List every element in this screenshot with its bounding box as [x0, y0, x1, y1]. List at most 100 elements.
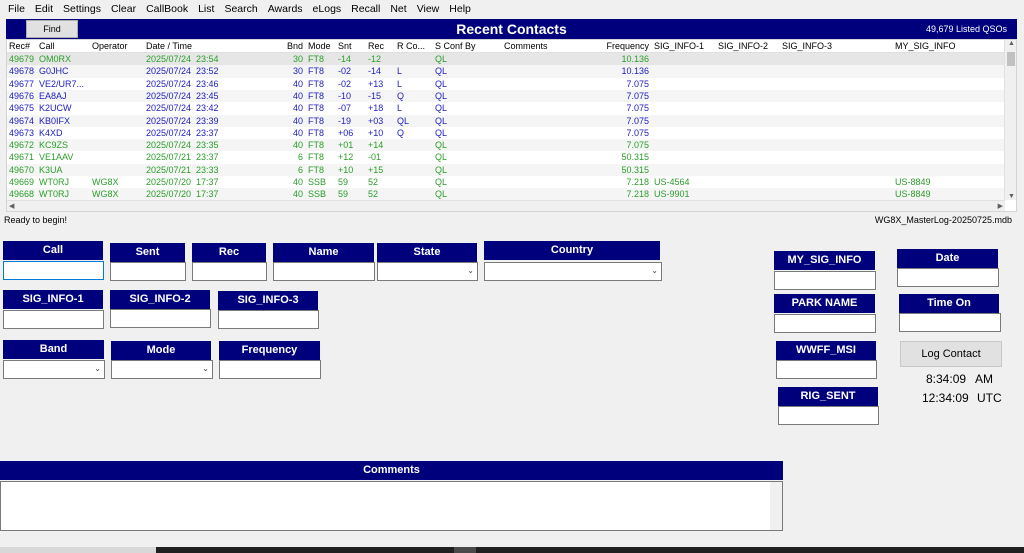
table-row[interactable]: 49677 VE2/UR7... 2025/07/24 23:46 40 FT8 -02 +1…	[7, 78, 1005, 90]
name-input[interactable]	[273, 262, 375, 281]
taskbar-app[interactable]	[454, 547, 476, 553]
taskbar-search[interactable]	[0, 547, 156, 553]
table-row[interactable]: 49679 OM0RX 2025/07/24 23:54 30 FT8 -14 -12 QL 10…	[7, 53, 1005, 66]
cell-time: 23:42	[196, 103, 219, 114]
vertical-scrollbar[interactable]: ▲ ▼	[1004, 40, 1016, 200]
menu-item[interactable]: Help	[444, 0, 476, 19]
time-on-input[interactable]	[899, 313, 1001, 332]
my-sig-info-input[interactable]	[774, 271, 876, 290]
app-window: File Edit Settings Clear CallBook List Search A…	[0, 0, 1024, 553]
menu-item[interactable]: Recall	[346, 0, 385, 19]
column-header[interactable]: Bnd	[265, 40, 303, 53]
state-select[interactable]: ⌄	[377, 262, 478, 281]
rig-sent-input[interactable]	[778, 406, 879, 425]
horizontal-scrollbar[interactable]: ◀ ▶	[7, 200, 1005, 211]
sig-info-3-input[interactable]	[218, 310, 319, 329]
menu-item[interactable]: eLogs	[308, 0, 347, 19]
menu-item[interactable]: Search	[219, 0, 262, 19]
band-label: Band	[3, 340, 104, 359]
menu-item[interactable]: File	[3, 0, 30, 19]
scroll-right-icon[interactable]: ▶	[998, 202, 1003, 210]
cell-bnd: 30	[292, 54, 303, 64]
call-label: Call	[3, 241, 103, 260]
column-header[interactable]: Date / Time	[146, 40, 264, 53]
menu-item[interactable]: Awards	[263, 0, 308, 19]
date-input[interactable]	[897, 268, 999, 287]
column-header[interactable]: SIG_INFO-1	[654, 40, 716, 53]
cell-time: 23:54	[196, 54, 219, 64]
table-row[interactable]: 49671 VE1AAV 2025/07/21 23:37 6 FT8 +12 -01 QL 50…	[7, 151, 1005, 163]
menu-item[interactable]: CallBook	[141, 0, 193, 19]
cell-freq: 7.075	[626, 90, 649, 101]
table-row[interactable]: 49678 G0JHC 2025/07/24 23:52 30 FT8 -02 -14 L QL 1…	[7, 65, 1005, 78]
cell-mode: SSB	[308, 189, 327, 200]
rec-input[interactable]	[192, 262, 267, 281]
country-select[interactable]: ⌄	[484, 262, 662, 281]
column-header[interactable]: Mode	[308, 40, 338, 53]
cell-sconf: QL	[435, 103, 448, 114]
column-header[interactable]: MY_SIG_INFO	[895, 40, 995, 53]
column-header[interactable]: Comments	[504, 40, 576, 53]
find-button[interactable]: Find	[26, 20, 78, 38]
table-row[interactable]: 49669 WT0RJ WG8X 2025/07/20 17:37 40 SSB 59 52 QL…	[7, 176, 1005, 188]
cell-rec: 49668	[9, 189, 35, 200]
comments-textarea[interactable]	[0, 481, 783, 531]
column-header[interactable]: Snt	[338, 40, 368, 53]
cell-time: 23:37	[196, 127, 219, 138]
cell-time: 23:35	[196, 140, 219, 151]
cell-mode: FT8	[308, 78, 325, 89]
column-header[interactable]: Rec#	[9, 40, 39, 53]
sig-info-1-input[interactable]	[3, 310, 104, 329]
menu-item[interactable]: Settings	[58, 0, 106, 19]
scroll-left-icon[interactable]: ◀	[9, 202, 14, 210]
sig-info-2-input[interactable]	[110, 309, 211, 328]
chevron-down-icon: ⌄	[202, 364, 209, 373]
column-header[interactable]: Operator	[92, 40, 144, 53]
menu-item[interactable]: Edit	[30, 0, 58, 19]
park-name-input[interactable]	[774, 314, 876, 333]
cell-rco: Q	[397, 127, 405, 138]
mode-select[interactable]: ⌄	[111, 360, 213, 379]
table-row[interactable]: 49674 KB0IFX 2025/07/24 23:39 40 FT8 -19 +03 QL Q…	[7, 114, 1005, 127]
column-header[interactable]: SIG_INFO-2	[718, 40, 780, 53]
call-input[interactable]	[3, 261, 104, 280]
menu-item[interactable]: Net	[385, 0, 411, 19]
column-header[interactable]: S Conf By	[435, 40, 501, 53]
menu-item[interactable]: List	[193, 0, 219, 19]
menu-item[interactable]: View	[412, 0, 445, 19]
cell-rec: 49669	[9, 177, 35, 187]
cell-sconf: QL	[435, 115, 448, 126]
table-row[interactable]: 49672 KC9ZS 2025/07/24 23:35 40 FT8 +01 +14 QL 7.…	[7, 139, 1005, 152]
cell-rcv: -14	[368, 66, 382, 77]
scroll-up-icon[interactable]: ▲	[1008, 40, 1015, 47]
comments-scrollbar[interactable]	[770, 482, 782, 530]
column-header[interactable]: Frequency	[579, 40, 649, 53]
table-row[interactable]: 49676 EA8AJ 2025/07/24 23:45 40 FT8 -10 -15 Q QL 7…	[7, 89, 1005, 103]
band-select[interactable]: ⌄	[3, 360, 105, 379]
cell-rec: 49676	[9, 90, 35, 101]
table-row[interactable]: 49668 WT0RJ WG8X 2025/07/20 17:37 40 SSB 59 52 QL…	[7, 188, 1005, 201]
cell-bnd: 40	[292, 115, 303, 126]
recent-contacts-grid: Rec# Call Operator Date / Time Bnd Mode Snt Rec…	[6, 39, 1017, 212]
comments-label: Comments	[0, 461, 783, 480]
cell-rcv: 52	[368, 177, 379, 187]
cell-time: 23:37	[196, 152, 219, 163]
menu-item[interactable]: Clear	[106, 0, 141, 19]
table-row[interactable]: 49675 K2UCW 2025/07/24 23:42 40 FT8 -07 +18 L QL 7…	[7, 102, 1005, 114]
table-row[interactable]: 49673 K4XD 2025/07/24 23:37 40 FT8 +06 +10 Q QL 7.…	[7, 127, 1005, 139]
frequency-input[interactable]	[219, 360, 321, 379]
cell-rec: 49677	[9, 78, 35, 89]
cell-rcv: +15	[368, 164, 384, 175]
sent-input[interactable]	[110, 262, 186, 281]
scroll-thumb[interactable]	[1007, 52, 1015, 66]
scroll-down-icon[interactable]: ▼	[1008, 193, 1015, 200]
wwff-msi-input[interactable]	[776, 360, 877, 379]
cell-time: 17:37	[196, 177, 219, 187]
column-header[interactable]: Call	[39, 40, 91, 53]
column-header[interactable]: R Co...	[397, 40, 433, 53]
table-row[interactable]: 49670 K3UA 2025/07/21 23:33 6 FT8 +10 +15 QL 50.3…	[7, 163, 1005, 176]
log-contact-button[interactable]: Log Contact	[900, 341, 1002, 367]
column-header[interactable]: Rec	[368, 40, 396, 53]
column-header[interactable]: SIG_INFO-3	[782, 40, 892, 53]
cell-snt: -19	[338, 115, 352, 126]
